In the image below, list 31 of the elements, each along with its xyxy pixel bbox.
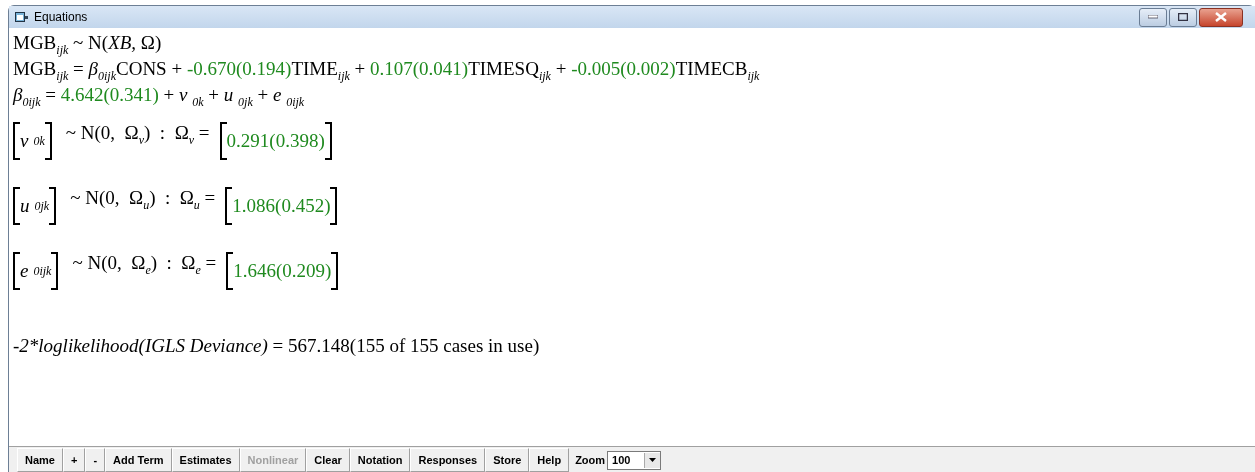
variance-matrix: 0.291(0.398) <box>219 121 332 160</box>
toolbar-button[interactable]: Estimates <box>171 448 240 472</box>
distribution-text: ~ N(0, Ω$_{v}$) : Ω$_{v}$ = <box>65 121 210 144</box>
toolbar-button[interactable]: + <box>62 448 86 472</box>
variance-matrix: 1.646(0.209) <box>226 251 339 290</box>
deviance-line: -2*loglikelihood(IGLS Deviance) = 567.148(155 of 155 cases in use) <box>13 334 541 358</box>
zoom-dropdown[interactable]: 100 <box>607 450 662 470</box>
variance-matrix: 1.086(0.452) <box>225 186 338 225</box>
distribution-text: ~ N(0, Ω$_{u}$) : Ω$_{u}$ = <box>70 186 216 209</box>
equation-line: MGB$_{ijk}$ ~ N(XB, Ω) <box>13 31 163 56</box>
toolbar-button[interactable]: Add Term <box>105 448 172 472</box>
equation-line: β$_{0ijk}$ = 4.642(0.341) + v $_{0k}$ + u $_{0jk}$ + e $_{0ijk}$ <box>13 83 306 108</box>
close-icon <box>1215 12 1227 22</box>
zoom-label: Zoom <box>575 454 606 466</box>
maximize-button[interactable] <box>1169 7 1197 27</box>
window-title: Equations <box>34 10 89 24</box>
toolbar-button[interactable]: Clear <box>306 448 350 472</box>
window-icon <box>15 11 29 23</box>
distribution-text: ~ N(0, Ω$_{e}$) : Ω$_{e}$ = <box>72 251 217 274</box>
toolbar-button[interactable]: Store <box>485 448 530 472</box>
minimize-button[interactable] <box>1139 7 1167 27</box>
maximize-icon <box>1178 13 1188 21</box>
toolbar-button[interactable]: - <box>85 448 106 472</box>
caret-icon <box>649 458 657 462</box>
toolbar-button[interactable]: Help <box>529 448 570 472</box>
toolbar-button[interactable]: Name <box>17 448 63 472</box>
close-button[interactable] <box>1199 7 1243 27</box>
equation-line: MGB$_{ijk}$ = β$_{0ijk}$CONS + -0.670(0.194)TIME$_{ijk}$ + 0.107(0.041)TIMESQ$_{ijk}$ + -0.005(0.002)TIMECB$_{ijk}$ <box>13 57 761 82</box>
toolbar-button[interactable]: Notation <box>349 448 411 472</box>
toolbar-button[interactable]: Responses <box>410 448 486 472</box>
minimize-icon <box>1148 15 1158 19</box>
